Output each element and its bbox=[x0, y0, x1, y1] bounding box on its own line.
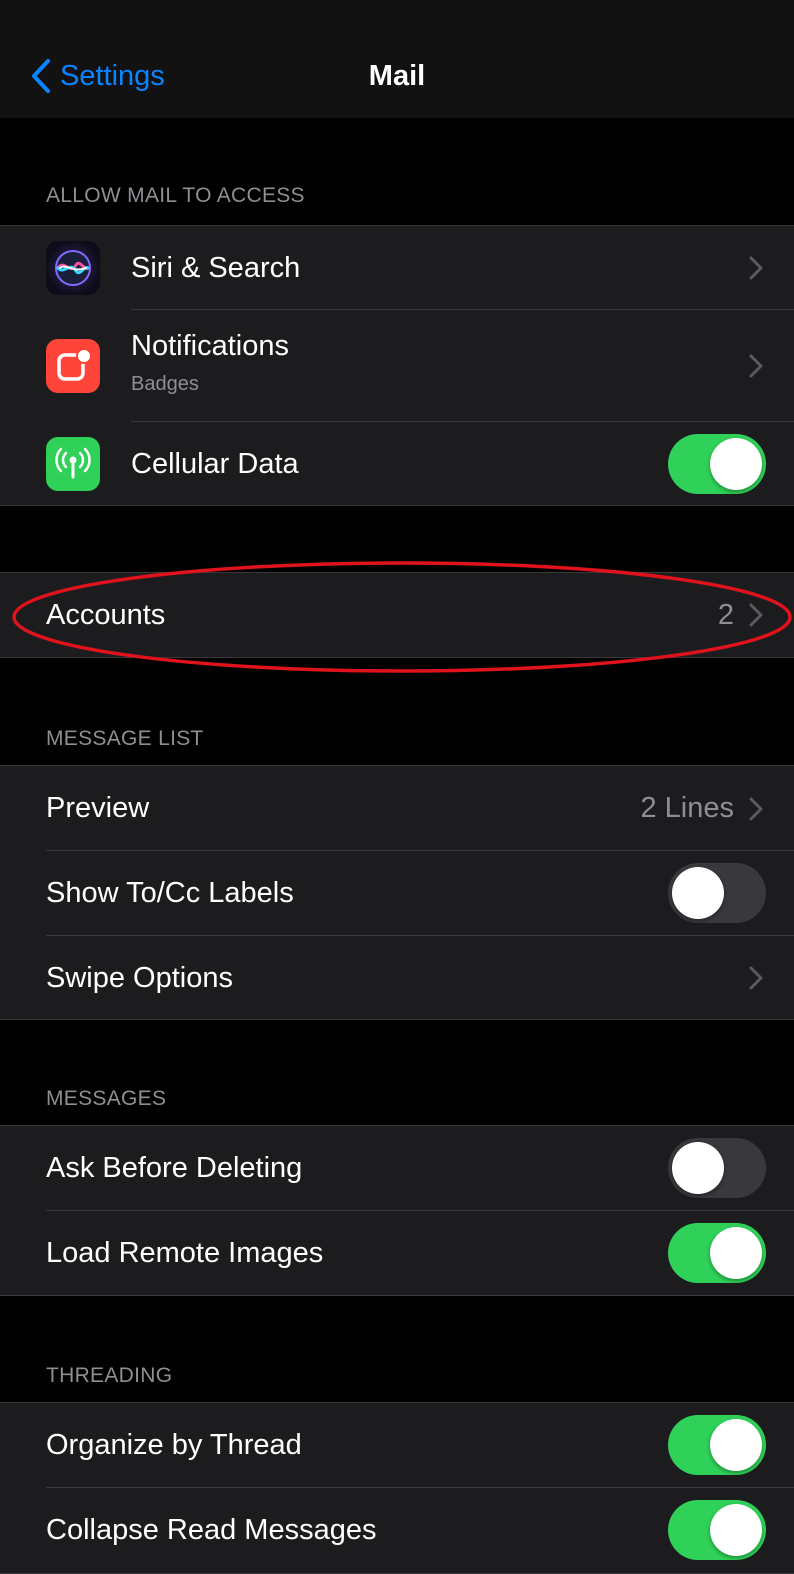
messages-group: Ask Before Deleting Load Remote Images bbox=[0, 1125, 794, 1296]
toggle-knob bbox=[710, 1504, 762, 1556]
load-remote-images-label: Load Remote Images bbox=[46, 1236, 324, 1269]
swipe-options-label: Swipe Options bbox=[46, 961, 233, 994]
organize-by-thread-toggle[interactable] bbox=[668, 1415, 766, 1475]
ask-before-deleting-label: Ask Before Deleting bbox=[46, 1152, 303, 1184]
notifications-row[interactable]: Notifications Badges bbox=[0, 310, 794, 422]
threading-group: Organize by Thread Collapse Read Message… bbox=[0, 1402, 794, 1574]
organize-by-thread-label: Organize by Thread bbox=[46, 1429, 302, 1461]
chevron-right-icon bbox=[749, 256, 763, 280]
notifications-label: Notifications bbox=[131, 330, 289, 362]
chevron-right-icon bbox=[749, 603, 763, 627]
show-to-cc-label: Show To/Cc Labels bbox=[46, 877, 294, 909]
preview-row[interactable]: Preview 2 Lines bbox=[0, 766, 794, 851]
accounts-count: 2 bbox=[717, 598, 734, 631]
toggle-knob bbox=[672, 1142, 724, 1194]
load-remote-images-row: Load Remote Images bbox=[0, 1211, 794, 1295]
show-to-cc-row: Show To/Cc Labels bbox=[0, 851, 794, 936]
toggle-knob bbox=[710, 438, 762, 490]
chevron-right-icon bbox=[749, 354, 763, 378]
toggle-knob bbox=[672, 867, 724, 919]
accounts-label: Accounts bbox=[46, 598, 166, 631]
chevron-right-icon bbox=[749, 797, 763, 820]
cellular-data-toggle[interactable] bbox=[668, 434, 766, 494]
collapse-read-messages-label: Collapse Read Messages bbox=[46, 1514, 377, 1546]
preview-label: Preview bbox=[46, 792, 150, 824]
collapse-read-messages-row: Collapse Read Messages bbox=[0, 1488, 794, 1573]
notifications-icon bbox=[46, 339, 100, 393]
organize-by-thread-row: Organize by Thread bbox=[0, 1403, 794, 1488]
siri-icon bbox=[46, 241, 100, 295]
navigation-bar: Settings Mail bbox=[0, 0, 794, 118]
section-header-threading: THREADING bbox=[46, 1364, 173, 1387]
siri-search-row[interactable]: Siri & Search bbox=[0, 226, 794, 310]
section-header-message-list: MESSAGE LIST bbox=[46, 727, 204, 750]
cellular-data-row: Cellular Data bbox=[0, 422, 794, 506]
section-header-messages: MESSAGES bbox=[46, 1087, 167, 1110]
load-remote-images-toggle[interactable] bbox=[668, 1223, 766, 1283]
cellular-antenna-icon bbox=[46, 437, 100, 491]
cellular-data-label: Cellular Data bbox=[131, 447, 299, 480]
page-title: Mail bbox=[368, 60, 426, 92]
ask-before-deleting-row: Ask Before Deleting bbox=[0, 1126, 794, 1211]
chevron-right-icon bbox=[749, 966, 763, 990]
section-header-allow-access: ALLOW MAIL TO ACCESS bbox=[46, 184, 305, 207]
message-list-group: Preview 2 Lines Show To/Cc Labels Swipe … bbox=[0, 765, 794, 1020]
collapse-read-messages-toggle[interactable] bbox=[668, 1500, 766, 1560]
preview-value: 2 Lines bbox=[640, 792, 734, 824]
accounts-row[interactable]: Accounts 2 bbox=[0, 573, 794, 657]
notifications-subtitle: Badges bbox=[131, 373, 199, 395]
accounts-group: Accounts 2 bbox=[0, 572, 794, 658]
toggle-knob bbox=[710, 1227, 762, 1279]
show-to-cc-toggle[interactable] bbox=[668, 863, 766, 923]
toggle-knob bbox=[710, 1419, 762, 1471]
siri-search-label: Siri & Search bbox=[131, 251, 301, 284]
swipe-options-row[interactable]: Swipe Options bbox=[0, 936, 794, 1020]
ask-before-deleting-toggle[interactable] bbox=[668, 1138, 766, 1198]
allow-access-group: Siri & Search Notifications Badges Cellu… bbox=[0, 225, 794, 506]
